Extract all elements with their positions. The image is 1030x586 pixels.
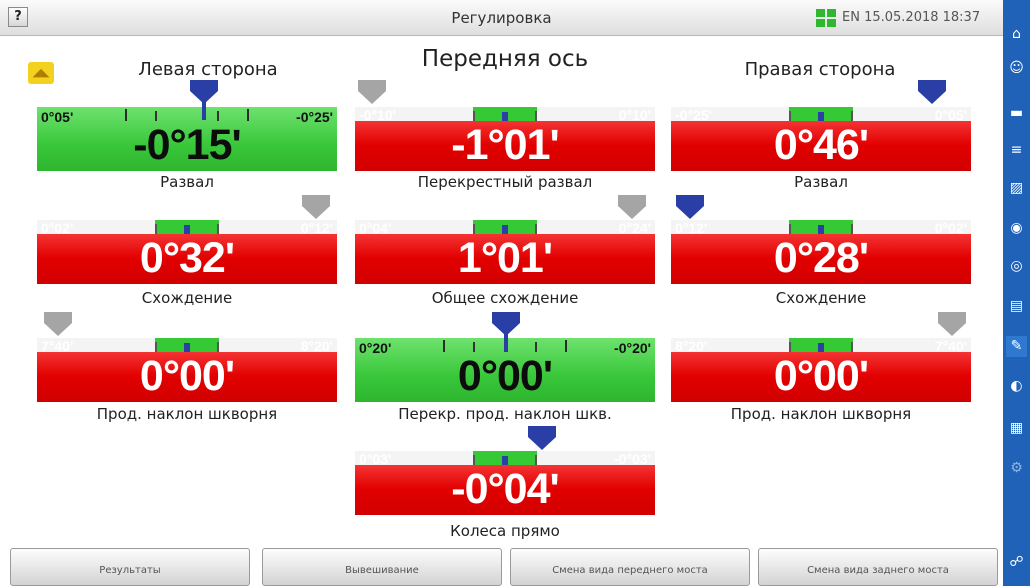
lift-button[interactable]: Вывешивание	[262, 548, 502, 586]
tick-zone-right	[851, 111, 853, 121]
measured-value: 0°32'	[139, 234, 235, 282]
gauge-band	[37, 107, 337, 121]
car-icon[interactable]: ▬	[1006, 103, 1027, 124]
gauge-right-camber: -0°25' 0°05' 0°46'	[671, 107, 971, 171]
measured-value: 0°00'	[773, 352, 869, 400]
tick-zone-left	[473, 224, 475, 234]
gauge-right-caster: 8°20' 7°40' 0°00'	[671, 338, 971, 402]
network-icon[interactable]: ☍	[1006, 552, 1027, 573]
tick-left	[443, 340, 445, 352]
gauge-left-toe: 0°02' 0°12' 0°32'	[37, 220, 337, 284]
gauge-label: Схождение	[141, 289, 233, 307]
wrench-icon[interactable]: ✎	[1006, 336, 1027, 357]
tick-zone-right	[535, 224, 537, 234]
current-position-marker-icon	[190, 80, 218, 120]
logo-icon: ◢◣	[28, 62, 54, 84]
wheel-icon[interactable]: ◉	[1006, 218, 1027, 239]
tire-icon[interactable]: ◎	[1006, 256, 1027, 277]
user-icon[interactable]: ☺	[1006, 58, 1027, 79]
tick-zone-left	[789, 342, 791, 352]
reference-marker-icon	[358, 80, 386, 108]
tolerance-center	[818, 343, 824, 352]
title-bar: ? Регулировка EN 15.05.2018 18:37	[0, 0, 1003, 36]
tolerance-center	[818, 112, 824, 121]
tick-zone-right	[851, 224, 853, 234]
tick-zone-left	[473, 111, 475, 121]
right-side-heading: Правая сторона	[744, 59, 896, 80]
gauge-total-toe: 0°04' 0°24' 1°01'	[355, 220, 655, 284]
left-side-heading: Левая сторона	[138, 59, 278, 80]
alignment-screen: ? Регулировка EN 15.05.2018 18:37 ⌂ ☺ ▬ …	[0, 0, 1030, 586]
measured-value: -1°01'	[451, 121, 559, 169]
reference-marker-icon	[44, 312, 72, 340]
current-position-marker-icon	[918, 80, 946, 108]
current-position-marker-icon	[492, 312, 520, 352]
gauge-label: Прод. наклон шкворня	[96, 405, 278, 423]
tolerance-center	[184, 225, 190, 234]
gauge-label: Развал	[794, 173, 848, 191]
gauge-label: Прод. наклон шкворня	[730, 405, 912, 423]
measured-value: -0°04'	[451, 465, 559, 513]
right-sidebar: ⌂ ☺ ▬ ≡ ▨ ◉ ◎ ▤ ✎ ◐ ▦ ⚙ ☍	[1003, 0, 1030, 586]
tick-zone-left	[155, 111, 157, 121]
front-axle-view-button[interactable]: Смена вида переднего моста	[510, 548, 750, 586]
measured-value: 0°00'	[457, 352, 553, 400]
measured-value: 0°46'	[773, 121, 869, 169]
calendar-icon[interactable]: ▦	[1006, 418, 1027, 439]
tick-zone-right	[851, 342, 853, 352]
tick-zone-left	[789, 111, 791, 121]
tick-right	[565, 340, 567, 352]
image-icon[interactable]: ▨	[1006, 178, 1027, 199]
gauge-label: Развал	[160, 173, 214, 191]
current-position-marker-icon	[528, 426, 556, 454]
current-position-marker-icon	[676, 195, 704, 223]
gauge-label: Перекр. прод. наклон шкв.	[398, 405, 612, 423]
measured-value: 0°28'	[773, 234, 869, 282]
status-grid-icon	[816, 9, 836, 27]
gauge-label: Перекрестный развал	[417, 173, 593, 191]
home-icon[interactable]: ⌂	[1006, 24, 1027, 45]
tolerance-center	[818, 225, 824, 234]
gauge-left-camber: 0°05' -0°25' -0°15'	[37, 107, 337, 171]
tolerance-center	[184, 343, 190, 352]
tick-zone-right	[217, 342, 219, 352]
gauge-cross-camber: -0°10' 0°10' -1°01'	[355, 107, 655, 171]
list-icon[interactable]: ≡	[1006, 140, 1027, 161]
reference-marker-icon	[618, 195, 646, 223]
language-datetime: EN 15.05.2018 18:37	[842, 10, 981, 25]
tick-right	[247, 109, 249, 121]
tick-zone-right	[217, 111, 219, 121]
tick-zone-left	[155, 224, 157, 234]
tick-zone-right	[535, 455, 537, 465]
tolerance-center	[502, 225, 508, 234]
tolerance-center	[502, 112, 508, 121]
rear-axle-view-button[interactable]: Смена вида заднего моста	[758, 548, 998, 586]
gauge-label: Общее схождение	[431, 289, 579, 307]
tick-left	[125, 109, 127, 121]
tolerance-center	[502, 456, 508, 465]
reference-marker-icon	[302, 195, 330, 223]
gauge-label: Схождение	[775, 289, 867, 307]
measured-value: -0°15'	[133, 121, 241, 169]
tick-zone-left	[789, 224, 791, 234]
tick-zone-left	[473, 342, 475, 352]
results-button[interactable]: Результаты	[10, 548, 250, 586]
tick-zone-left	[155, 342, 157, 352]
gauge-right-toe: 0°12' 0°02' 0°28'	[671, 220, 971, 284]
reference-marker-icon	[938, 312, 966, 340]
gauge-left-caster: 7°40' 8°20' 0°00'	[37, 338, 337, 402]
measured-value: 0°00'	[139, 352, 235, 400]
clipboard-icon[interactable]: ▤	[1006, 296, 1027, 317]
adjust-icon[interactable]: ◐	[1006, 376, 1027, 397]
tick-zone-right	[535, 111, 537, 121]
tick-zone-right	[535, 342, 537, 352]
tick-zone-right	[217, 224, 219, 234]
measured-value: 1°01'	[457, 234, 553, 282]
axis-title: Передняя ось	[421, 46, 589, 72]
gauge-straight-wheels: 0°03' -0°03' -0°04'	[355, 451, 655, 515]
tick-zone-left	[473, 455, 475, 465]
gauge-label: Колеса прямо	[450, 522, 560, 540]
settings-icon[interactable]: ⚙	[1006, 458, 1027, 479]
